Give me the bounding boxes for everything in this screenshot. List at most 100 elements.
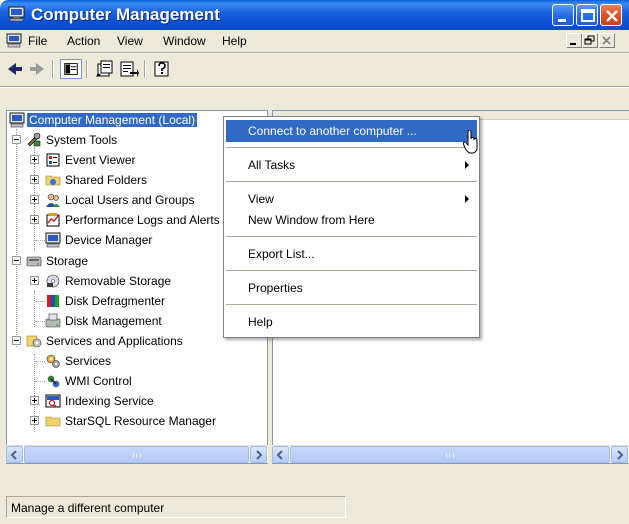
- menu-separator: [226, 236, 477, 237]
- device-manager-icon: [45, 232, 61, 248]
- scroll-left-button[interactable]: [272, 446, 289, 463]
- folder-icon: [45, 416, 61, 427]
- mdi-close-button[interactable]: [599, 33, 615, 48]
- computer-icon: [9, 112, 25, 128]
- performance-icon: [46, 213, 60, 227]
- close-button[interactable]: [600, 4, 622, 26]
- tree-label-disk-management: Disk Management: [65, 314, 162, 328]
- expand-toggle[interactable]: [30, 215, 39, 224]
- toolbar-separator: [86, 60, 88, 78]
- tree-label-performance-logs: Performance Logs and Alerts: [65, 213, 220, 227]
- show-hide-tree-icon[interactable]: [60, 59, 82, 79]
- removable-storage-icon: [46, 274, 60, 288]
- expand-toggle[interactable]: [30, 155, 39, 164]
- tree-item-services[interactable]: Services: [9, 352, 267, 370]
- scroll-thumb[interactable]: [24, 446, 249, 463]
- tree-label-services: Services: [65, 354, 112, 368]
- mdi-restore-button[interactable]: [582, 33, 598, 48]
- tree-item-wmi-control[interactable]: WMI Control: [9, 372, 267, 390]
- status-text: Manage a different computer: [6, 496, 346, 518]
- tree-line: [35, 240, 45, 241]
- menu-item-properties[interactable]: Properties: [226, 277, 477, 299]
- menu-item-view[interactable]: View: [226, 188, 477, 210]
- tree-item-starsql[interactable]: StarSQL Resource Manager: [9, 412, 267, 430]
- menu-view[interactable]: View: [117, 34, 143, 48]
- collapse-toggle[interactable]: [12, 135, 21, 144]
- shared-folder-icon: [45, 175, 61, 186]
- tree-label-root: Computer Management (Local): [27, 113, 198, 127]
- defragmenter-icon: [47, 295, 59, 307]
- tree-label-starsql: StarSQL Resource Manager: [65, 414, 216, 428]
- scroll-left-button[interactable]: [6, 446, 23, 463]
- maximize-icon: [581, 9, 595, 22]
- tree-item-indexing-service[interactable]: Indexing Service: [9, 392, 267, 410]
- computer-management-icon: [8, 6, 25, 22]
- tree-label-disk-defragmenter: Disk Defragmenter: [65, 294, 166, 308]
- tree-label-storage: Storage: [46, 254, 89, 268]
- menu-separator: [226, 304, 477, 305]
- back-arrow-icon[interactable]: [4, 59, 26, 79]
- tree-label-system-tools: System Tools: [46, 133, 118, 147]
- scroll-thumb[interactable]: [290, 446, 610, 463]
- submenu-arrow-icon: [465, 195, 469, 203]
- close-icon: [606, 10, 618, 22]
- details-horizontal-scrollbar[interactable]: [272, 445, 629, 463]
- tree-label-wmi-control: WMI Control: [65, 374, 132, 388]
- toolbar-separator: [52, 60, 54, 78]
- menu-item-label: All Tasks: [248, 158, 296, 172]
- storage-icon: [26, 256, 42, 267]
- menu-separator: [226, 147, 477, 148]
- title-bar[interactable]: Computer Management: [0, 0, 629, 30]
- menu-item-new-window-from-here[interactable]: New Window from Here: [226, 209, 477, 231]
- mdi-minimize-button[interactable]: [566, 33, 582, 48]
- wmi-control-icon: [47, 375, 60, 388]
- menu-action[interactable]: Action: [67, 34, 100, 48]
- restore-icon: [584, 35, 595, 45]
- collapse-toggle[interactable]: [12, 256, 21, 265]
- menu-window[interactable]: Window: [163, 34, 206, 48]
- expand-toggle[interactable]: [30, 416, 39, 425]
- scroll-right-button[interactable]: [250, 446, 267, 463]
- chevron-left-icon: [10, 450, 17, 460]
- menu-bar: File Action View Window Help: [0, 30, 629, 52]
- chevron-right-icon: [256, 450, 263, 460]
- services-gear-icon: [46, 354, 60, 368]
- window-title: Computer Management: [31, 5, 220, 24]
- minimize-icon: [558, 19, 566, 22]
- close-icon: [602, 36, 611, 45]
- chevron-left-icon: [276, 450, 283, 460]
- services-applications-icon: [26, 335, 42, 348]
- users-icon: [46, 193, 60, 207]
- tree-label-indexing-service: Indexing Service: [65, 394, 154, 408]
- help-icon[interactable]: [152, 59, 174, 79]
- menu-item-export-list[interactable]: Export List...: [226, 243, 477, 265]
- chevron-right-icon: [617, 450, 624, 460]
- properties-icon[interactable]: [94, 59, 116, 79]
- menu-item-label: Help: [248, 315, 273, 329]
- tree-label-event-viewer: Event Viewer: [65, 153, 136, 167]
- menu-item-help[interactable]: Help: [226, 311, 477, 333]
- scroll-right-button[interactable]: [611, 446, 628, 463]
- minimize-button[interactable]: [552, 4, 574, 26]
- export-list-icon[interactable]: [118, 59, 140, 79]
- expand-toggle[interactable]: [30, 175, 39, 184]
- maximize-button[interactable]: [576, 4, 598, 26]
- menu-file[interactable]: File: [28, 34, 47, 48]
- system-menu-icon[interactable]: [6, 33, 22, 48]
- tree-line: [35, 321, 45, 322]
- disk-management-icon: [45, 313, 61, 328]
- menu-item-all-tasks[interactable]: All Tasks: [226, 154, 477, 176]
- event-viewer-icon: [46, 153, 60, 167]
- collapse-toggle[interactable]: [12, 336, 21, 345]
- forward-arrow-icon[interactable]: [26, 59, 48, 79]
- menu-item-connect-to-another-computer[interactable]: Connect to another computer ...: [226, 120, 477, 142]
- expand-toggle[interactable]: [30, 276, 39, 285]
- expand-toggle[interactable]: [30, 396, 39, 405]
- expand-toggle[interactable]: [30, 195, 39, 204]
- toolbar-separator: [144, 60, 146, 78]
- menu-help[interactable]: Help: [222, 34, 247, 48]
- menu-separator: [226, 270, 477, 271]
- tree-horizontal-scrollbar[interactable]: [6, 445, 268, 463]
- tree-label-local-users: Local Users and Groups: [65, 193, 195, 207]
- tree-line: [35, 381, 45, 382]
